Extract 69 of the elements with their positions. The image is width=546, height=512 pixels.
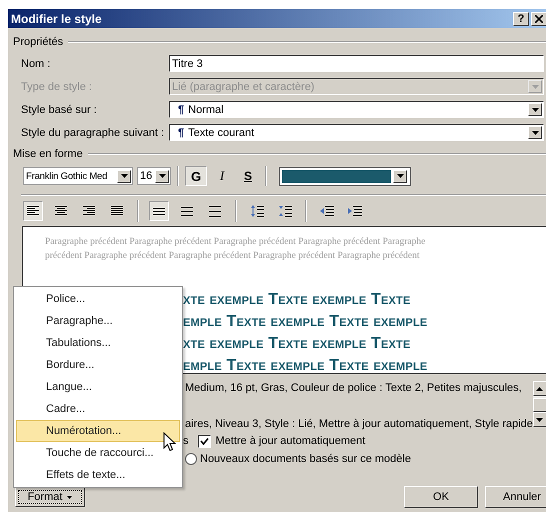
paragraph-spacing-icon [278, 204, 292, 218]
indent-icon [348, 205, 362, 217]
field-label: Type de style : [21, 80, 93, 92]
cancel-button[interactable]: Annuler [485, 486, 546, 508]
paragraph-spacing-icon [250, 204, 264, 218]
preview-previous-text: précédent Paragraphe précédent Paragraphe précédent Paragraphe précédent Paragraphe précédent [45, 250, 421, 263]
field-label: Style du paragraphe suivant : [21, 126, 166, 138]
line-spacing-icon [153, 205, 165, 217]
dropdown-arrow-icon [532, 108, 538, 112]
menu-item[interactable]: Touche de raccourci... [16, 442, 180, 464]
size-dropdown[interactable]: 16 [137, 167, 171, 185]
preview-sample-text: xte exemple Texte exemple Texte [183, 290, 412, 310]
line-spacing-icon [181, 205, 193, 217]
format-button[interactable]: Format [15, 487, 85, 507]
font-dropdown[interactable]: Franklin Gothic Med [23, 167, 133, 185]
menu-item[interactable]: Tabulations... [16, 332, 180, 354]
menu-item[interactable]: Langue... [16, 376, 180, 398]
menu-item[interactable]: Effets de texte... [16, 464, 180, 486]
scroll-down-icon [536, 418, 544, 422]
align-icon [27, 206, 39, 216]
align-icon [55, 206, 67, 216]
align-icon [83, 206, 95, 216]
radio-label: Nouveaux documents basés sur ce modèle [200, 453, 411, 465]
option-label: s [183, 435, 188, 447]
dropdown-arrow-icon [396, 174, 404, 178]
style-toggle-button[interactable]: S [237, 166, 259, 186]
section-heading: Mise en forme [13, 148, 83, 160]
line-spacing-button[interactable] [149, 201, 169, 221]
align-button[interactable] [23, 201, 43, 221]
style-description: aires, Niveau 3, Style : Lié, Mettre à jour automatiquement, Style rapide [185, 417, 533, 431]
dropdown-arrow-icon [532, 130, 538, 134]
dropdown-arrow-icon [532, 84, 538, 88]
style-description: Medium, 16 pt, Gras, Couleur de police : Texte 2, Petites majuscules, [185, 381, 523, 395]
menu-item[interactable]: Numérotation... [16, 420, 180, 442]
name-field[interactable]: Titre 3 [169, 55, 544, 72]
indent-icon [320, 205, 334, 217]
dropdown-arrow-icon [158, 174, 166, 178]
preview-sample-text: xte exemple Texte exemple Texte [183, 334, 412, 354]
scrollbar[interactable] [532, 381, 546, 427]
ok-button[interactable]: OK [404, 486, 478, 508]
caret-icon [67, 496, 72, 498]
style-dropdown[interactable]: ¶ Texte courant [169, 124, 544, 141]
help-button[interactable]: ? [513, 12, 529, 26]
check-icon [200, 436, 208, 446]
checkbox[interactable] [198, 434, 210, 448]
menu-item[interactable]: Police... [16, 288, 180, 310]
line-spacing-icon [209, 205, 221, 217]
style-toggle-button[interactable]: G [185, 166, 207, 186]
align-icon [111, 206, 123, 216]
color-dropdown[interactable] [279, 166, 411, 186]
style-dropdown[interactable]: ¶ Normal [169, 101, 544, 118]
scroll-up-icon [536, 386, 544, 390]
field-label: Style basé sur : [21, 104, 98, 116]
preview-sample-text: emple Texte exemple Texte exemple [183, 312, 428, 332]
menu-item[interactable]: Paragraphe... [16, 310, 180, 332]
checkbox-label: Mettre à jour automatiquement [216, 435, 366, 447]
menu-item[interactable]: Cadre... [16, 398, 180, 420]
preview-previous-text: Paragraphe précédent Paragraphe précédent Paragraphe précédent Paragraphe précédent Paragraphe [45, 236, 426, 249]
style-toggle-button[interactable]: I [211, 166, 233, 186]
close-button[interactable] [531, 12, 546, 26]
mouse-pointer-icon [163, 432, 176, 452]
window-title: Modifier le style [11, 12, 102, 26]
radio-button[interactable] [185, 453, 197, 465]
dropdown-arrow-icon [120, 174, 128, 178]
field-label: Nom : [21, 58, 52, 70]
menu-item[interactable]: Bordure... [16, 354, 180, 376]
section-heading: Propriétés [13, 36, 64, 48]
preview-sample-text: emple Texte exemple Texte exemple [183, 356, 428, 376]
close-icon [535, 14, 543, 22]
